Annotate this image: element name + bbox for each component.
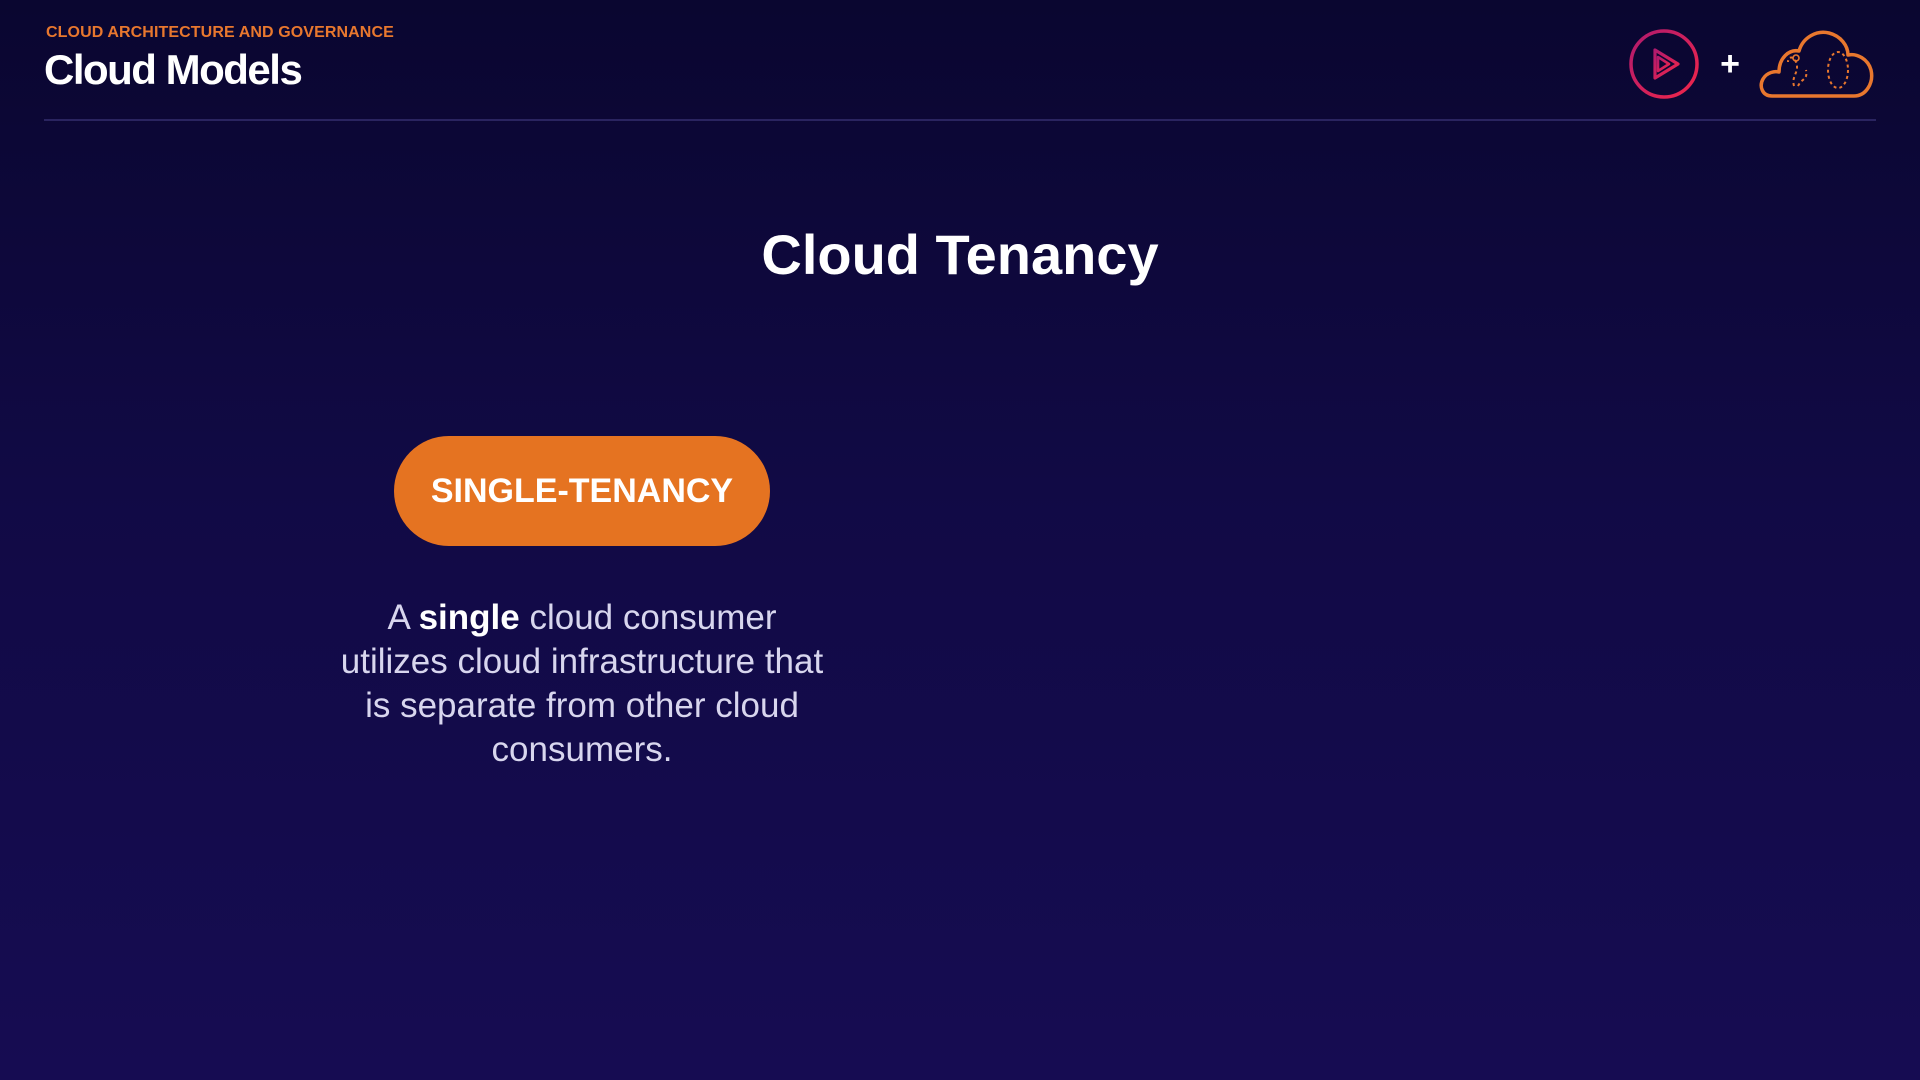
page-title: Cloud Models bbox=[44, 46, 303, 93]
single-tenancy-badge: SINGLE-TENANCY bbox=[394, 436, 770, 546]
badge-label: SINGLE-TENANCY bbox=[430, 471, 734, 510]
plus-sign: + bbox=[1720, 45, 1740, 83]
description-prefix: A bbox=[387, 598, 419, 637]
description-emphasis: single bbox=[418, 598, 520, 637]
pluralsight-play-logo-icon bbox=[1629, 29, 1699, 99]
brand-logos: + bbox=[1628, 28, 1876, 100]
tenancy-description: A single cloud consumer utilizes cloud i… bbox=[332, 596, 832, 772]
header-divider bbox=[44, 119, 1876, 121]
slide-title: Cloud Tenancy bbox=[0, 222, 1920, 287]
slide-title-text: Cloud Tenancy bbox=[761, 223, 1159, 286]
course-eyebrow: CLOUD ARCHITECTURE AND GOVERNANCE bbox=[46, 24, 394, 41]
slide-header: CLOUD ARCHITECTURE AND GOVERNANCE Cloud … bbox=[44, 24, 394, 94]
cloud-logo-icon bbox=[1759, 30, 1874, 98]
